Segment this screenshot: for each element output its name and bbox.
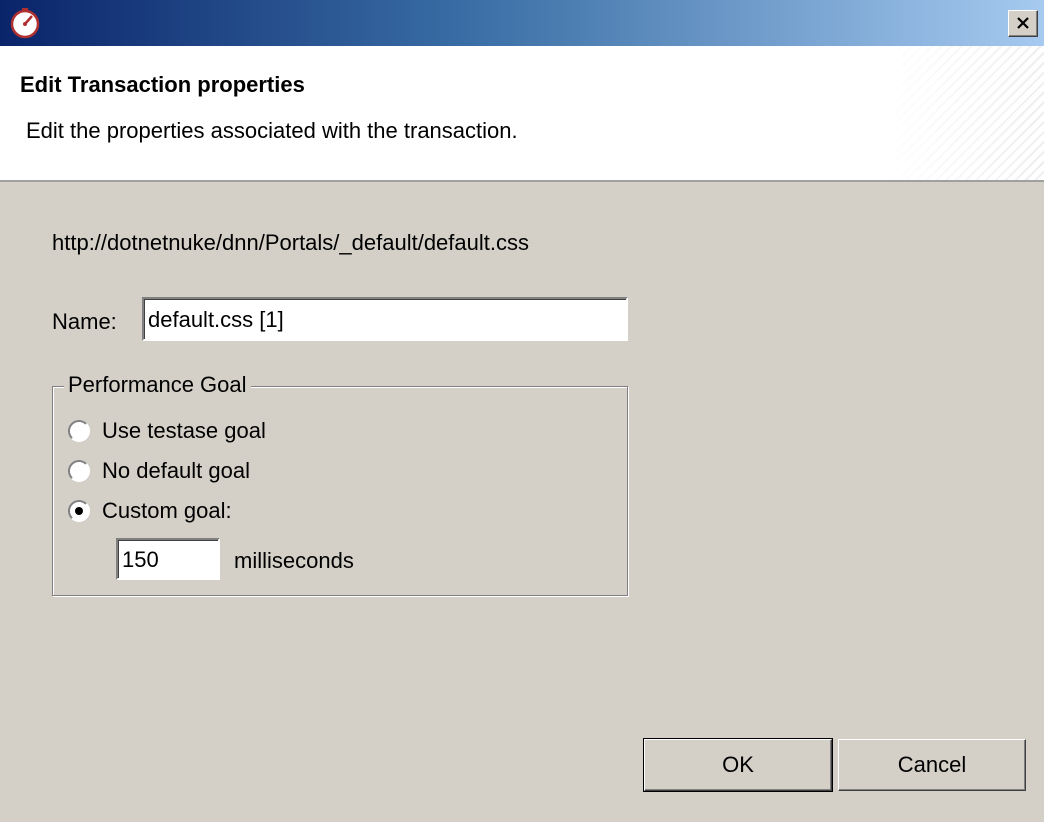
dialog-window: Edit Transaction properties Edit the pro… bbox=[0, 0, 1044, 822]
dialog-header: Edit Transaction properties Edit the pro… bbox=[0, 46, 1044, 182]
cancel-button[interactable]: Cancel bbox=[838, 739, 1026, 791]
custom-goal-field[interactable]: 150 bbox=[116, 538, 220, 580]
name-label: Name: bbox=[52, 309, 117, 334]
radio-label: Custom goal: bbox=[102, 498, 232, 523]
dialog-title: Edit Transaction properties bbox=[20, 72, 305, 97]
ok-button[interactable]: OK bbox=[643, 738, 833, 792]
radio-label: No default goal bbox=[102, 458, 250, 483]
radio-label: Use testase goal bbox=[102, 418, 266, 443]
radio-dot bbox=[75, 507, 83, 515]
title-bar[interactable] bbox=[0, 0, 1044, 46]
radio-use-testcase-goal[interactable]: Use testase goal bbox=[68, 416, 266, 446]
radio-button[interactable] bbox=[68, 460, 90, 482]
transaction-url: http://dotnetnuke/dnn/Portals/_default/d… bbox=[52, 230, 529, 255]
performance-goal-legend: Performance Goal bbox=[64, 372, 251, 398]
radio-button-selected[interactable] bbox=[68, 500, 90, 522]
name-field[interactable]: default.css [1] bbox=[142, 297, 628, 341]
close-button[interactable] bbox=[1008, 10, 1038, 37]
radio-button[interactable] bbox=[68, 420, 90, 442]
dialog-description: Edit the properties associated with the … bbox=[26, 118, 518, 143]
milliseconds-label: milliseconds bbox=[234, 548, 354, 573]
radio-custom-goal[interactable]: Custom goal: bbox=[68, 496, 232, 526]
close-icon bbox=[1017, 17, 1029, 29]
header-decoration bbox=[884, 46, 1044, 180]
stopwatch-icon bbox=[8, 7, 42, 39]
radio-no-default-goal[interactable]: No default goal bbox=[68, 456, 250, 486]
